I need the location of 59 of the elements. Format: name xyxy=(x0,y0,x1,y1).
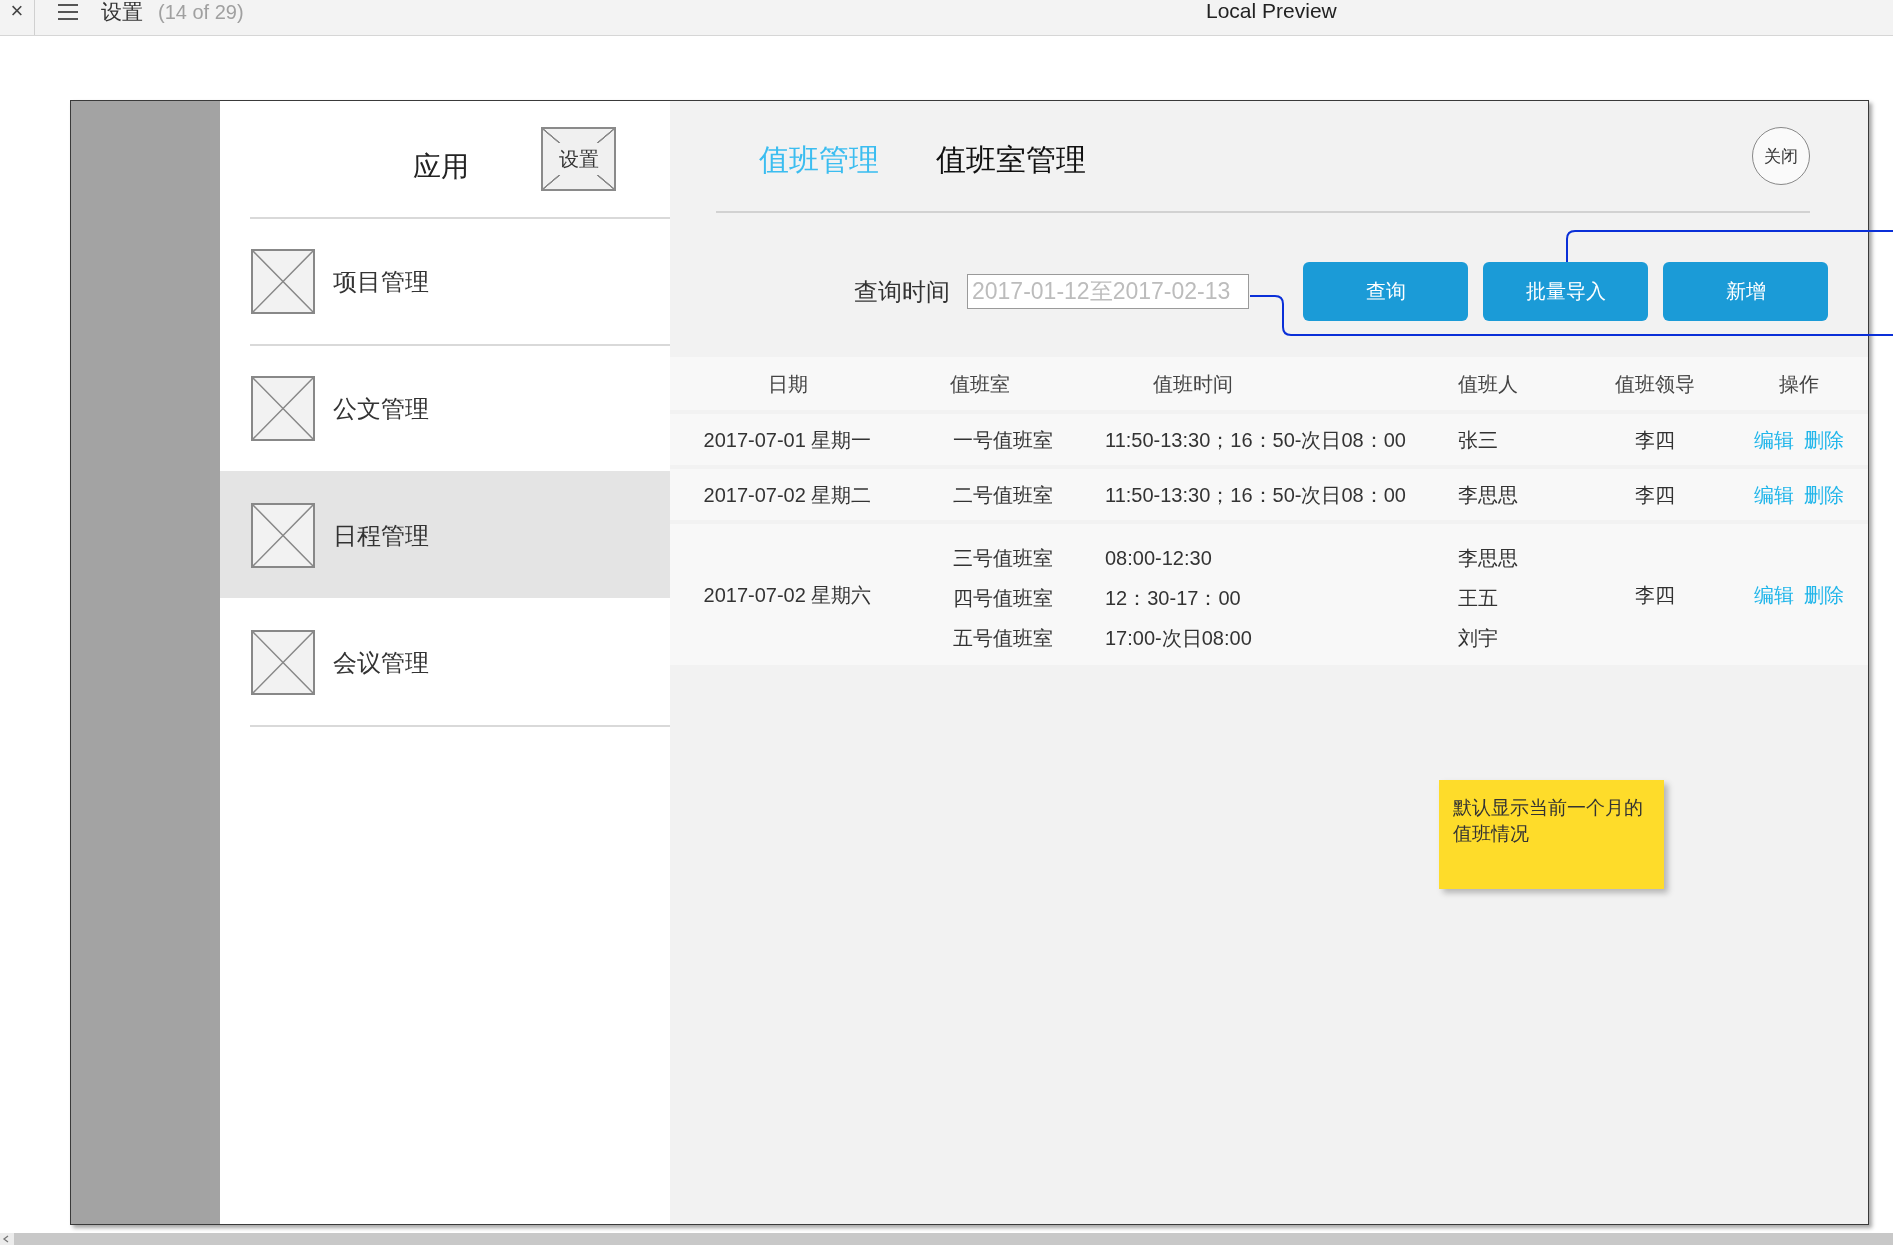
close-button[interactable]: 关闭 xyxy=(1752,127,1810,185)
table-cell-text: 张三 xyxy=(1458,427,1498,453)
search-button[interactable]: 查询 xyxy=(1303,262,1468,321)
preview-title: Local Preview xyxy=(1206,0,1337,22)
menu-icon[interactable] xyxy=(57,3,79,21)
table-cell-text: 11:50-13:30；16：50-次日08：00 xyxy=(1105,482,1406,508)
column-header: 值班室 xyxy=(950,371,1010,397)
table-cell-text: 17:00-次日08:00 xyxy=(1105,626,1252,651)
delete-link[interactable]: 删除 xyxy=(1804,419,1844,460)
table-cell-text: 一号值班室 xyxy=(953,427,1053,453)
add-button[interactable]: 新增 xyxy=(1663,262,1828,321)
column-header: 值班时间 xyxy=(1153,371,1233,397)
tab[interactable]: 值班室管理 xyxy=(936,139,1086,180)
close-button[interactable]: × xyxy=(0,0,35,35)
page-title: 设置 xyxy=(101,0,143,24)
scroll-left-icon[interactable] xyxy=(0,1233,14,1245)
image-placeholder-icon xyxy=(251,630,315,695)
import-button[interactable]: 批量导入 xyxy=(1483,262,1648,321)
edit-link[interactable]: 编辑 xyxy=(1754,419,1794,460)
image-placeholder-icon xyxy=(251,376,315,441)
table-cell-text: 2017-07-01 星期一 xyxy=(703,427,872,453)
table-cell-text: 王五 xyxy=(1458,586,1498,611)
table-cell-text: 李四 xyxy=(1635,482,1675,508)
table-cell-text: 二号值班室 xyxy=(953,482,1053,508)
query-label: 查询时间 xyxy=(854,276,950,307)
sidebar-item[interactable]: 项目管理 xyxy=(220,217,670,344)
table-cell-text: 2017-07-02 星期六 xyxy=(703,582,872,608)
table-cell-text: 12：30-17：00 xyxy=(1105,586,1241,611)
sidebar-item[interactable]: 会议管理 xyxy=(220,598,670,725)
sidebar-item[interactable]: 公文管理 xyxy=(220,344,670,471)
table-cell-text: 刘宇 xyxy=(1458,626,1498,651)
table-cell-text: 李思思 xyxy=(1458,546,1518,571)
horizontal-scrollbar[interactable] xyxy=(0,1233,1893,1245)
table-cell-text: 五号值班室 xyxy=(953,626,1053,651)
table-cell-text: 08:00-12:30 xyxy=(1105,546,1212,571)
table-cell-text: 2017-07-02 星期二 xyxy=(703,482,872,508)
table-cell-text: 李四 xyxy=(1635,427,1675,453)
settings-button[interactable]: 设置 xyxy=(541,127,616,191)
delete-link[interactable]: 删除 xyxy=(1804,574,1844,615)
sidebar-title: 应用 xyxy=(413,150,469,184)
column-header: 日期 xyxy=(767,371,808,397)
sticky-note: 默认显示当前一个月的值班情况 xyxy=(1439,780,1664,889)
tab[interactable]: 值班管理 xyxy=(759,139,879,180)
table-cell-text: 三号值班室 xyxy=(953,546,1053,571)
column-header: 值班领导 xyxy=(1615,371,1695,397)
column-header: 操作 xyxy=(1779,371,1819,397)
column-header: 值班人 xyxy=(1458,371,1518,397)
edit-link[interactable]: 编辑 xyxy=(1754,574,1794,615)
table-cell-text: 四号值班室 xyxy=(953,586,1053,611)
page-count: (14 of 29) xyxy=(158,0,244,24)
sidebar-item[interactable]: 日程管理 xyxy=(220,471,670,598)
date-range-field[interactable]: 2017-01-12至2017-02-13 xyxy=(967,274,1249,309)
table-cell-text: 11:50-13:30；16：50-次日08：00 xyxy=(1105,427,1406,453)
table-cell-text: 李思思 xyxy=(1458,482,1518,508)
table-cell-text: 李四 xyxy=(1635,582,1675,608)
edit-link[interactable]: 编辑 xyxy=(1754,474,1794,515)
image-placeholder-icon xyxy=(251,503,315,568)
image-placeholder-icon xyxy=(251,249,315,314)
delete-link[interactable]: 删除 xyxy=(1804,474,1844,515)
